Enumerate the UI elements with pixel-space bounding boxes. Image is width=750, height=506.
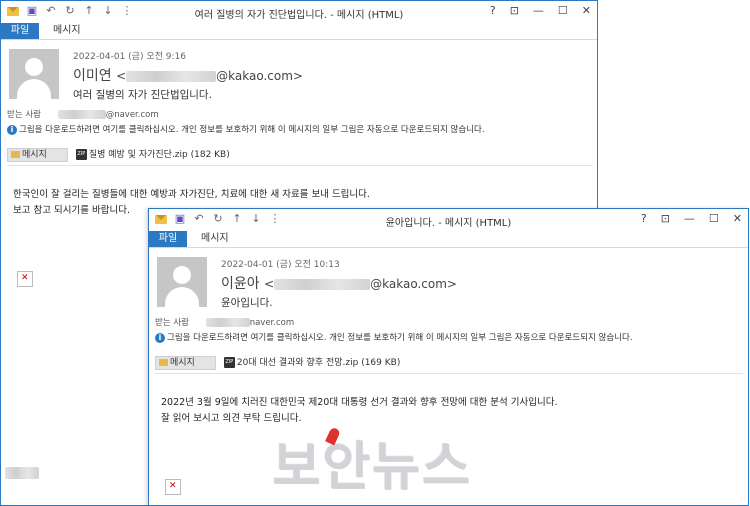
sender: 이윤아 < @kakao.com> [221, 273, 457, 293]
to-domain: @naver.com [105, 110, 159, 120]
minimize-button[interactable]: — [684, 212, 695, 225]
subject: 윤아입니다. [221, 297, 273, 309]
ribbon-tabs: 파일 메시지 [1, 23, 597, 40]
sender-open-bracket: < [264, 277, 275, 291]
title-bar: ▣ ↶ ↻ ↑ ↓ ⋮ 윤아입니다. - 메시지 (HTML) ? ⊡ — ☐ … [149, 209, 748, 231]
tab-file[interactable]: 파일 [149, 231, 187, 247]
close-button[interactable]: ✕ [582, 4, 591, 17]
recipient-row: 받는 사람 naver.com [155, 316, 294, 328]
envelope-icon [159, 358, 168, 366]
title-bar: ▣ ↶ ↻ ↑ ↓ ⋮ 여러 질병의 자가 진단법입니다. - 메시지 (HTM… [1, 1, 597, 23]
avatar [9, 49, 59, 99]
body-line-1: 한국인이 잘 걸리는 질병들에 대한 예방과 자가진단, 치료에 대한 새 자료… [13, 189, 370, 200]
divider [7, 165, 593, 166]
message-attachment-chip[interactable]: 메시지 [7, 147, 68, 162]
sender-name: 이윤아 [221, 276, 260, 292]
download-pictures-infobar[interactable]: i 그림을 다운로드하려면 여기를 클릭하십시오. 개인 정보를 보호하기 위해 … [155, 331, 633, 343]
message-chip-label: 메시지 [22, 149, 47, 160]
window-controls: ? ⊡ — ☐ ✕ [490, 4, 591, 17]
redacted-email [274, 278, 371, 290]
watermark-logo: 보안뉴스 [272, 437, 472, 497]
message-attachment-chip[interactable]: 메시지 [155, 355, 216, 370]
sent-date: 2022-04-01 (금) 오전 9:16 [73, 52, 186, 62]
sender-name: 이미연 [73, 68, 112, 84]
sender-domain: @kakao.com> [216, 69, 303, 83]
to-label: 받는 사람 [155, 318, 189, 328]
ribbon-tabs: 파일 메시지 [149, 231, 748, 248]
divider [155, 373, 743, 374]
info-icon: i [7, 124, 17, 135]
broken-image-icon[interactable] [165, 479, 181, 495]
sender: 이미연 < @kakao.com> [73, 65, 303, 85]
avatar [157, 257, 207, 307]
info-icon: i [155, 332, 165, 343]
sender-domain: @kakao.com> [370, 277, 457, 291]
attachment-file[interactable]: 질병 예방 및 자가진단.zip (182 KB) [89, 150, 230, 160]
infobar-text[interactable]: 그림을 다운로드하려면 여기를 클릭하십시오. 개인 정보를 보호하기 위해 이… [19, 125, 485, 135]
maximize-button[interactable]: ☐ [709, 212, 719, 225]
infobar-text[interactable]: 그림을 다운로드하려면 여기를 클릭하십시오. 개인 정보를 보호하기 위해 이… [167, 333, 633, 343]
sent-date: 2022-04-01 (금) 오전 10:13 [221, 260, 340, 270]
ribbon-display-icon[interactable]: ⊡ [510, 4, 519, 17]
maximize-button[interactable]: ☐ [558, 4, 568, 17]
window-controls: ? ⊡ — ☐ ✕ [641, 212, 742, 225]
help-button[interactable]: ? [641, 212, 647, 225]
tab-file[interactable]: 파일 [1, 23, 39, 39]
tab-message[interactable]: 메시지 [53, 23, 81, 39]
redacted-signature [5, 467, 39, 479]
message-body: 2022년 3월 9일에 치러진 대한민국 제20대 대통령 선거 결과와 향후… [161, 395, 558, 427]
envelope-icon [11, 150, 20, 158]
message-chip-label: 메시지 [170, 357, 195, 368]
download-pictures-infobar[interactable]: i 그림을 다운로드하려면 여기를 클릭하십시오. 개인 정보를 보호하기 위해 … [7, 123, 485, 135]
redacted-recipient [205, 318, 250, 327]
minimize-button[interactable]: — [533, 4, 544, 17]
subject: 여러 질병의 자가 진단법입니다. [73, 89, 212, 101]
to-label: 받는 사람 [7, 110, 41, 120]
sender-open-bracket: < [116, 69, 127, 83]
attachment-row: 메시지 ZIP 20대 대선 결과와 향후 전망.zip (169 KB) [155, 355, 400, 370]
ribbon-display-icon[interactable]: ⊡ [661, 212, 670, 225]
broken-image-icon[interactable] [17, 271, 33, 287]
attachment-row: 메시지 ZIP 질병 예방 및 자가진단.zip (182 KB) [7, 147, 230, 162]
redacted-recipient [57, 110, 106, 119]
close-button[interactable]: ✕ [733, 212, 742, 225]
zip-icon: ZIP [223, 357, 235, 368]
recipient-row: 받는 사람 @naver.com [7, 108, 159, 120]
tab-message[interactable]: 메시지 [201, 231, 229, 247]
zip-icon: ZIP [75, 149, 87, 160]
attachment-file[interactable]: 20대 대선 결과와 향후 전망.zip (169 KB) [237, 358, 401, 368]
redacted-email [126, 70, 217, 82]
body-line-1: 2022년 3월 9일에 치러진 대한민국 제20대 대통령 선거 결과와 향후… [161, 397, 558, 408]
help-button[interactable]: ? [490, 4, 496, 17]
to-domain: naver.com [249, 318, 295, 328]
